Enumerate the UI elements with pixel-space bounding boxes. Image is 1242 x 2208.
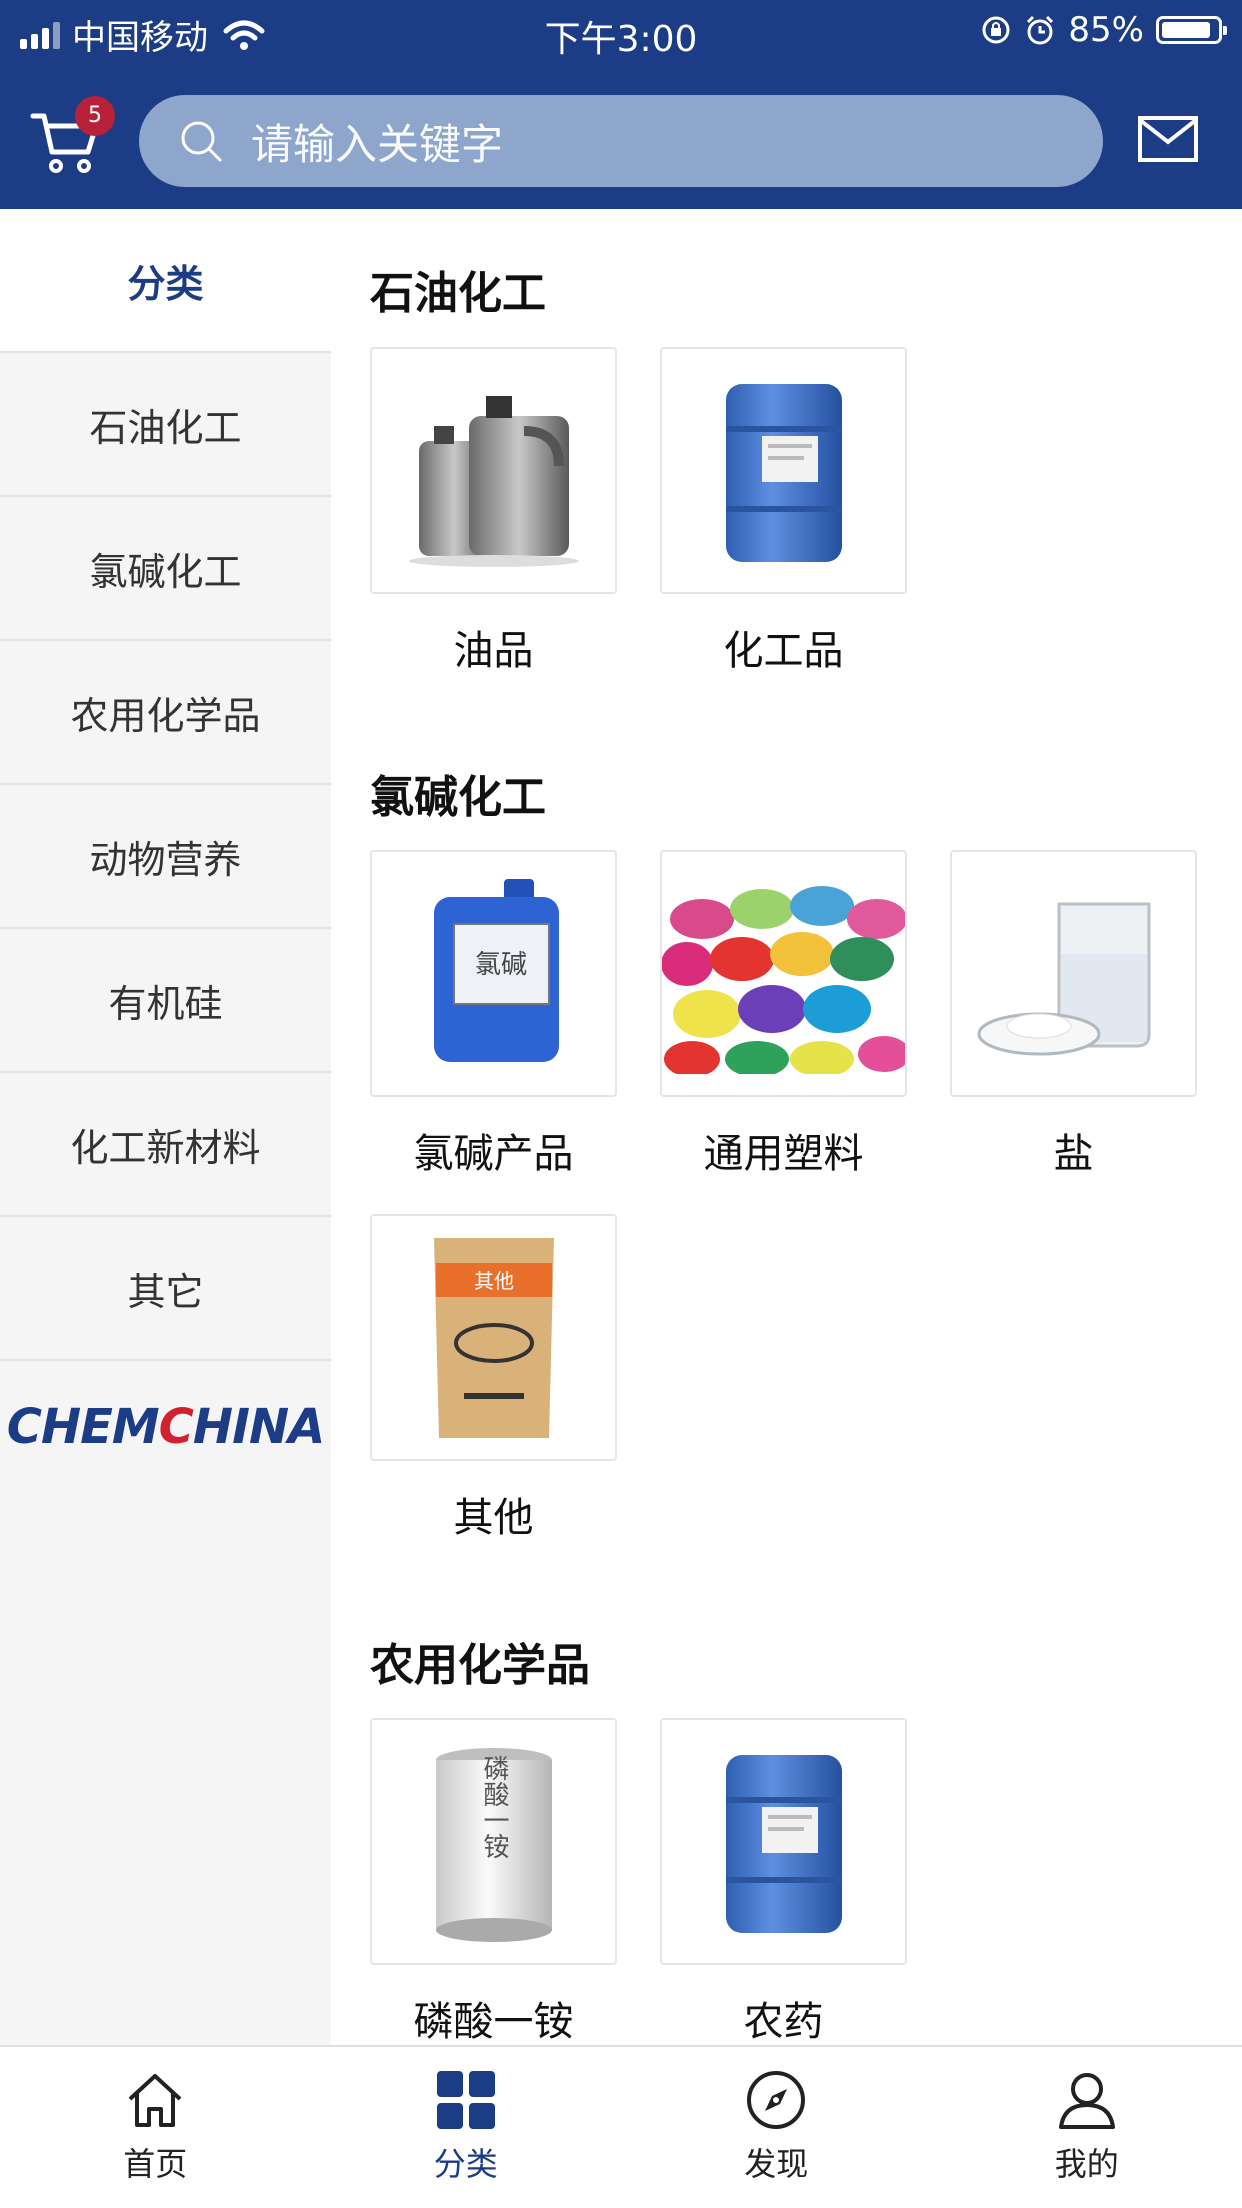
tab-label: 分类: [433, 2145, 498, 2183]
cart-badge: 5: [75, 96, 115, 136]
sidebar-item-new-materials[interactable]: 化工新材料: [0, 1073, 331, 1217]
product-image-oil: [370, 347, 617, 594]
product-image-plastics: [660, 850, 907, 1097]
section-title: 氯碱化工: [370, 772, 546, 823]
battery-icon: [1156, 16, 1227, 44]
product-card-chemicals[interactable]: 化工品: [660, 347, 907, 676]
alarm-icon: [1027, 15, 1054, 45]
top-header: 5 请输入关键字: [0, 64, 1242, 209]
sidebar-item-chlor-alkali[interactable]: 氯碱化工: [0, 497, 331, 641]
product-image-salt: [950, 850, 1197, 1097]
tab-label: 我的: [1054, 2145, 1119, 2183]
sidebar-item-silicone[interactable]: 有机硅: [0, 929, 331, 1073]
status-right: 85%: [980, 10, 1227, 50]
category-sidebar: 分类 石油化工 氯碱化工 农用化学品 动物营养 有机硅 化工新材料 其它 CHE…: [0, 209, 331, 2045]
user-icon: [1058, 2073, 1115, 2129]
product-card-others[interactable]: 其他 其他: [370, 1214, 617, 1543]
product-image-chemicals: [660, 347, 907, 594]
status-bar: 中国移动 下午3:00 85%: [0, 0, 1242, 64]
tab-label: 发现: [744, 2145, 809, 2183]
product-card-salt[interactable]: 盐: [950, 850, 1197, 1179]
search-placeholder: 请输入关键字: [251, 119, 504, 169]
product-image-chlor-alkali: 氯碱: [370, 850, 617, 1097]
product-label: 氯碱产品: [413, 1131, 574, 1177]
battery-percent: 85%: [1068, 10, 1144, 50]
product-label: 磷酸一铵: [413, 1999, 574, 2045]
product-card-plastics[interactable]: 通用塑料: [660, 850, 907, 1179]
product-image-others: 其他: [370, 1214, 617, 1461]
tab-category[interactable]: 分类: [311, 2047, 622, 2208]
tab-profile[interactable]: 我的: [932, 2047, 1242, 2208]
section-title: 石油化工: [370, 268, 546, 319]
product-image-text: 其他: [474, 1269, 514, 1293]
product-image-text: 氯碱: [474, 950, 526, 980]
product-label: 盐: [1053, 1131, 1094, 1177]
product-label: 农药: [743, 1999, 824, 2045]
product-label: 通用塑料: [703, 1131, 864, 1177]
rotation-lock-icon: [982, 16, 1010, 44]
search-input[interactable]: 请输入关键字: [139, 95, 1103, 187]
bottom-tab-bar: 首页 分类 发现 我的: [0, 2045, 1242, 2208]
sidebar-item-others[interactable]: 其它: [0, 1217, 331, 1361]
tab-home[interactable]: 首页: [0, 2047, 311, 2208]
product-label: 其他: [453, 1495, 534, 1541]
grid-icon: [436, 2071, 495, 2129]
product-card-map[interactable]: 磷酸一铵 磷酸一铵: [370, 1718, 617, 2045]
product-card-pesticide[interactable]: 农药: [660, 1718, 907, 2045]
product-label: 化工品: [723, 628, 844, 674]
product-label: 油品: [453, 628, 534, 674]
section-title: 农用化学品: [370, 1640, 590, 1691]
product-card-oil[interactable]: 油品: [370, 347, 617, 676]
sidebar-item-category[interactable]: 分类: [0, 209, 331, 353]
product-card-chlor-alkali[interactable]: 氯碱 氯碱产品: [370, 850, 617, 1179]
home-icon: [128, 2074, 182, 2127]
compass-icon: [747, 2071, 806, 2129]
category-content: 石油化工 油品 化工品 氯碱化工 氯碱 氯碱产品 通用塑料 盐 其他 其他 农用…: [331, 209, 1242, 2045]
tab-discover[interactable]: 发现: [621, 2047, 932, 2208]
tab-label: 首页: [123, 2145, 188, 2183]
chemchina-logo: CHEMCHINA: [6, 1399, 326, 1455]
search-icon: [181, 121, 222, 162]
product-image-map: 磷酸一铵: [370, 1718, 617, 1965]
product-image-text: 磷酸一铵: [479, 1754, 509, 1858]
sidebar-item-animal-nutrition[interactable]: 动物营养: [0, 785, 331, 929]
cart-button[interactable]: 5: [30, 96, 120, 180]
sidebar-item-agrochemicals[interactable]: 农用化学品: [0, 641, 331, 785]
product-image-pesticide: [660, 1718, 907, 1965]
sidebar-item-petrochemical[interactable]: 石油化工: [0, 353, 331, 497]
mail-icon[interactable]: [1138, 116, 1198, 162]
